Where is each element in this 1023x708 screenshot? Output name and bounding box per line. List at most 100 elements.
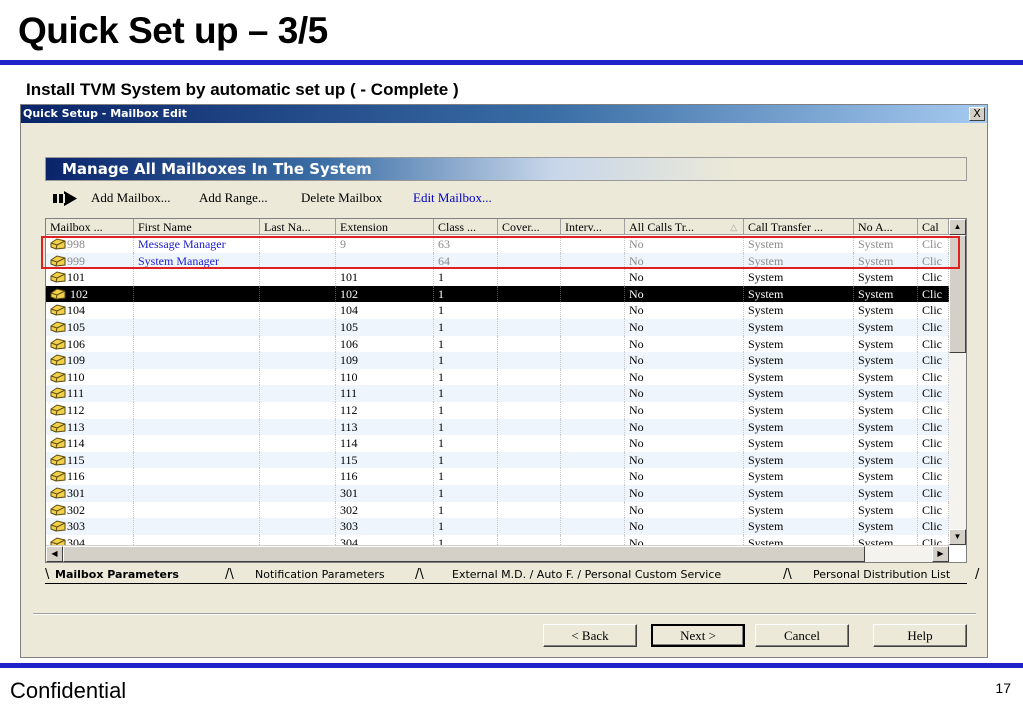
column-header[interactable]: Class ... (434, 219, 498, 235)
vertical-scrollbar[interactable]: ▲ ▼ (949, 219, 966, 546)
column-header[interactable]: Extension (336, 219, 434, 235)
scroll-down-icon[interactable]: ▼ (949, 529, 966, 545)
table-cell: No (625, 368, 744, 386)
table-cell: No (625, 335, 744, 353)
table-row[interactable]: 102 102 1 No System System Clic (46, 285, 966, 303)
table-cell (561, 302, 625, 319)
tab-notification-parameters[interactable]: Notification Parameters (255, 566, 385, 584)
column-header[interactable]: First Name (134, 219, 260, 235)
table-row[interactable]: 110 110 1 No System System Clic (46, 368, 966, 386)
table-cell: Clic (918, 269, 949, 286)
tab-mailbox-parameters[interactable]: Mailbox Parameters (55, 566, 179, 584)
mailbox-icon (50, 520, 66, 532)
table-cell: System (854, 318, 918, 336)
toolbar: Add Mailbox... Add Range... Delete Mailb… (51, 187, 751, 209)
table-cell (561, 368, 625, 386)
table-cell: System (854, 385, 918, 402)
next-button[interactable]: Next > (651, 624, 745, 647)
table-row[interactable]: 115 115 1 No System System Clic (46, 451, 966, 469)
table-row[interactable]: 106 106 1 No System System Clic (46, 335, 966, 353)
help-button[interactable]: Help (873, 624, 967, 647)
cancel-button[interactable]: Cancel (755, 624, 849, 647)
mailbox-number: 111 (67, 386, 85, 401)
horizontal-scrollbar[interactable]: ◀ ▶ (46, 545, 949, 562)
table-cell: Clic (918, 418, 949, 436)
table-cell: 106 (46, 335, 134, 353)
table-cell: System (744, 435, 854, 452)
add-range-button[interactable]: Add Range... (199, 190, 268, 206)
table-cell: 114 (336, 435, 434, 452)
column-header[interactable]: Call Transfer ... (744, 219, 854, 235)
table-cell: 114 (46, 435, 134, 452)
table-cell (260, 468, 336, 485)
table-cell (498, 352, 561, 369)
table-row[interactable]: 999 System Manager 64 No System System Clic (46, 252, 966, 270)
table-cell: Clic (918, 368, 949, 386)
mailbox-icon (50, 371, 66, 383)
column-header[interactable]: Cal (918, 219, 949, 235)
table-cell: System (744, 236, 854, 253)
table-row[interactable]: 302 302 1 No System System Clic (46, 501, 966, 519)
table-row[interactable]: 104 104 1 No System System Clic (46, 302, 966, 319)
column-header[interactable]: Mailbox ... (46, 219, 134, 235)
table-cell: No (625, 484, 744, 502)
table-row[interactable]: 112 112 1 No System System Clic (46, 401, 966, 419)
table-cell: System (744, 285, 854, 303)
table-cell: 302 (336, 501, 434, 519)
table-cell: System (854, 252, 918, 270)
table-row[interactable]: 303 303 1 No System System Clic (46, 518, 966, 535)
table-cell: 102 (46, 285, 134, 303)
table-cell: Clic (918, 401, 949, 419)
table-cell (561, 501, 625, 519)
table-row[interactable]: 113 113 1 No System System Clic (46, 418, 966, 436)
horizontal-scroll-thumb[interactable] (63, 546, 865, 562)
table-cell: 112 (336, 401, 434, 419)
mailbox-grid[interactable]: Mailbox ... First Name Last Na... Extension… (45, 218, 967, 563)
column-header[interactable]: Interv... (561, 219, 625, 235)
table-cell: System (744, 418, 854, 436)
mailbox-number: 114 (67, 436, 85, 451)
table-cell: System (744, 451, 854, 469)
scroll-up-icon[interactable]: ▲ (949, 219, 966, 235)
table-cell (134, 335, 260, 353)
table-row[interactable]: 998 Message Manager 9 63 No System System Clic (46, 236, 966, 253)
table-row[interactable]: 114 114 1 No System System Clic (46, 435, 966, 452)
table-row[interactable]: 301 301 1 No System System Clic (46, 484, 966, 502)
scroll-right-icon[interactable]: ▶ (932, 546, 949, 562)
table-cell (498, 285, 561, 303)
table-cell (561, 285, 625, 303)
mailbox-number: 109 (67, 353, 85, 368)
table-cell (498, 269, 561, 286)
back-button[interactable]: < Back (543, 624, 637, 647)
tab-external-md[interactable]: External M.D. / Auto F. / Personal Custo… (452, 566, 721, 584)
mailbox-icon (50, 338, 66, 350)
table-cell: 115 (46, 451, 134, 469)
table-cell (498, 368, 561, 386)
table-row[interactable]: 109 109 1 No System System Clic (46, 352, 966, 369)
column-header[interactable]: Last Na... (260, 219, 336, 235)
vertical-scroll-thumb[interactable] (949, 235, 966, 353)
table-cell (498, 335, 561, 353)
table-cell: System (744, 335, 854, 353)
table-row[interactable]: 105 105 1 No System System Clic (46, 318, 966, 336)
table-cell (260, 418, 336, 436)
table-cell: 1 (434, 302, 498, 319)
table-row[interactable]: 116 116 1 No System System Clic (46, 468, 966, 485)
edit-mailbox-button[interactable]: Edit Mailbox... (413, 190, 492, 206)
column-header[interactable]: No A... (854, 219, 918, 235)
table-row[interactable]: 111 111 1 No System System Clic (46, 385, 966, 402)
mailbox-number: 106 (67, 336, 85, 351)
table-row[interactable]: 101 101 1 No System System Clic (46, 269, 966, 286)
table-cell (260, 285, 336, 303)
column-header[interactable]: All Calls Tr... △ (625, 219, 744, 235)
add-mailbox-button[interactable]: Add Mailbox... (91, 190, 170, 206)
column-header[interactable]: Cover... (498, 219, 561, 235)
scroll-left-icon[interactable]: ◀ (46, 546, 63, 562)
close-icon[interactable]: X (969, 107, 985, 121)
table-cell: Clic (918, 302, 949, 319)
delete-mailbox-button[interactable]: Delete Mailbox (301, 190, 382, 206)
table-cell: 105 (336, 318, 434, 336)
table-cell: System (744, 518, 854, 535)
table-cell: 1 (434, 352, 498, 369)
tab-personal-distribution-list[interactable]: Personal Distribution List (813, 566, 950, 584)
